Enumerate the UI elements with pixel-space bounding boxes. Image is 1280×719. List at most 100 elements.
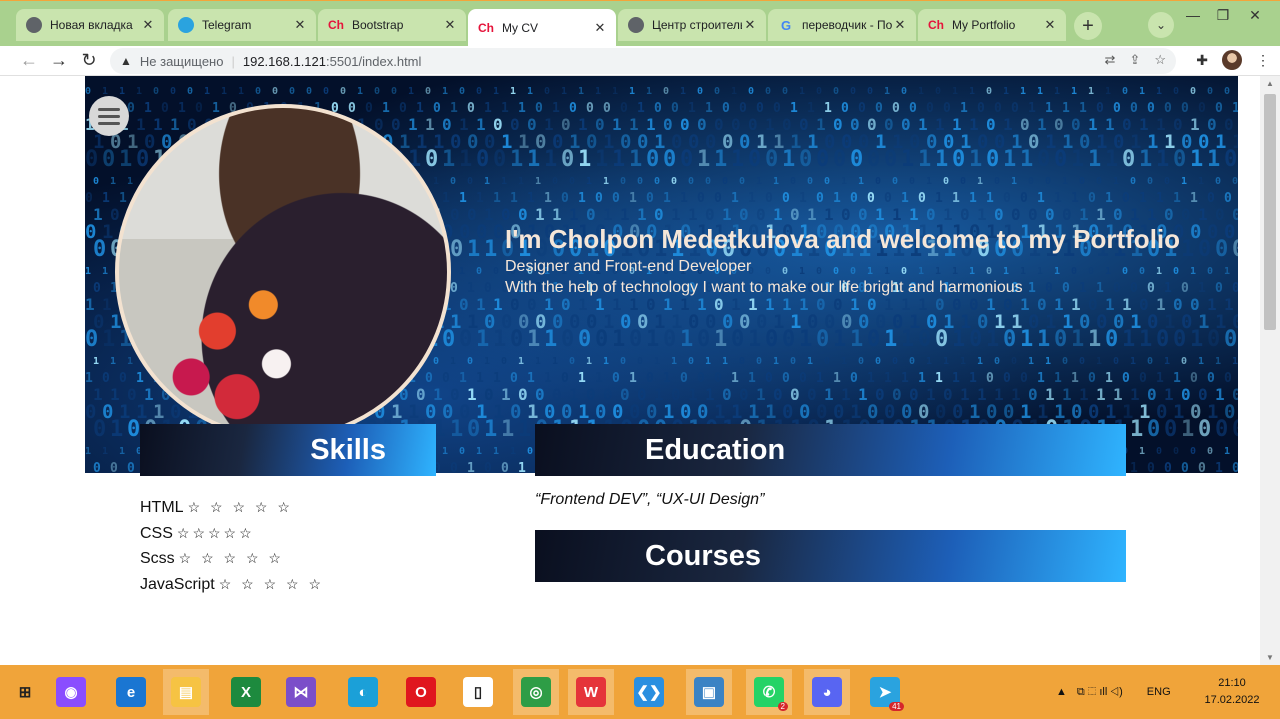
binary-digit: 0 bbox=[892, 101, 900, 116]
binary-digit: 0 bbox=[841, 101, 849, 116]
binary-digit: 0 bbox=[1088, 191, 1096, 206]
tab-my-portfolio[interactable]: Ch My Portfolio ✕ bbox=[918, 9, 1066, 41]
binary-digit: 0 bbox=[816, 191, 824, 206]
bookmark-star-icon[interactable]: ☆ bbox=[1154, 52, 1166, 68]
binary-digit: 0 bbox=[612, 371, 620, 386]
close-icon[interactable]: ✕ bbox=[742, 17, 758, 33]
close-icon[interactable]: ✕ bbox=[292, 17, 308, 33]
taskbar-file-explorer-icon[interactable]: ▤ bbox=[163, 669, 209, 715]
binary-digit: 0 bbox=[93, 461, 101, 473]
binary-digit: 0 bbox=[1215, 101, 1223, 116]
binary-digit: 0 bbox=[1147, 417, 1160, 442]
tab-bootstrap[interactable]: Ch Bootstrap ✕ bbox=[318, 9, 466, 41]
tray-chevron-icon[interactable]: ▲ bbox=[1056, 686, 1067, 698]
back-button[interactable]: ← bbox=[14, 46, 44, 76]
address-bar[interactable]: ▲ Не защищено | 192.168.1.121 :5501/inde… bbox=[110, 48, 1176, 74]
tab-new-tab[interactable]: Новая вкладка ✕ bbox=[16, 9, 164, 41]
warning-icon[interactable]: ▲ bbox=[120, 54, 132, 68]
system-clock[interactable]: 21:10 17.02.2022 bbox=[1202, 675, 1262, 709]
taskbar-edge-icon[interactable]: ◐ bbox=[340, 669, 386, 715]
tab-construction-center[interactable]: Центр строитель ✕ bbox=[618, 9, 766, 41]
taskbar-discord-icon[interactable]: ◕ bbox=[804, 669, 850, 715]
new-tab-button[interactable]: + bbox=[1074, 12, 1102, 40]
vertical-scrollbar[interactable]: ▲ ▼ bbox=[1260, 76, 1280, 665]
url-host: 192.168.1.121 bbox=[242, 53, 326, 69]
close-icon[interactable]: ✕ bbox=[592, 20, 608, 36]
taskbar-file-icon[interactable]: ▯ bbox=[455, 669, 501, 715]
share-icon[interactable]: ⇪ bbox=[1129, 52, 1140, 68]
close-icon[interactable]: ✕ bbox=[140, 17, 156, 33]
binary-digit: 0 bbox=[1079, 356, 1085, 367]
binary-digit: 1 bbox=[841, 356, 847, 367]
binary-digit: 1 bbox=[960, 101, 968, 116]
maximize-button[interactable]: ❐ bbox=[1208, 7, 1238, 24]
binary-digit: 1 bbox=[501, 101, 509, 116]
hamburger-menu-button[interactable] bbox=[89, 96, 129, 136]
binary-digit: 1 bbox=[85, 446, 91, 457]
close-icon[interactable]: ✕ bbox=[892, 17, 908, 33]
hero-tagline: With the help of technology I want to ma… bbox=[505, 279, 1023, 296]
taskbar-start-button[interactable]: ⊞ bbox=[2, 669, 48, 715]
binary-digit: 1 bbox=[1207, 147, 1220, 172]
window-close-button[interactable]: ✕ bbox=[1240, 7, 1270, 24]
binary-digit: 1 bbox=[1215, 356, 1221, 367]
tray-status-icons[interactable]: ⧉ ⬚ ıll ◁) bbox=[1077, 686, 1123, 699]
binary-digit: 0 bbox=[1215, 237, 1228, 262]
binary-digit: 0 bbox=[833, 147, 846, 172]
more-menu-icon[interactable]: ⋮ bbox=[1256, 52, 1270, 69]
forward-button[interactable]: → bbox=[44, 46, 74, 76]
tab-telegram[interactable]: Telegram ✕ bbox=[168, 9, 316, 41]
binary-digit: 0 bbox=[1190, 446, 1196, 457]
taskbar-edge-legacy-icon[interactable]: e bbox=[108, 669, 154, 715]
binary-digit: 1 bbox=[629, 86, 635, 97]
taskbar-photos-icon[interactable]: ▣ bbox=[686, 669, 732, 715]
extensions-icon[interactable]: ✚ bbox=[1196, 52, 1208, 69]
skill-item: Scss ☆ ☆ ☆ ☆ ☆ bbox=[140, 546, 324, 572]
tab-search-button[interactable]: ⌄ bbox=[1148, 12, 1174, 38]
binary-digit: 1 bbox=[119, 86, 125, 97]
binary-digit: 1 bbox=[1139, 147, 1152, 172]
binary-digit: 0 bbox=[765, 371, 773, 386]
language-indicator[interactable]: ENG bbox=[1147, 686, 1171, 698]
edge-legacy-icon: e bbox=[116, 677, 146, 707]
binary-digit: 1 bbox=[705, 101, 713, 116]
taskbar-telegram-icon[interactable]: ➤ 41 bbox=[862, 669, 908, 715]
scroll-down-arrow[interactable]: ▼ bbox=[1266, 653, 1274, 662]
binary-digit: 0 bbox=[93, 281, 101, 296]
binary-digit: 1 bbox=[629, 371, 637, 386]
tab-my-cv[interactable]: Ch My CV ✕ bbox=[468, 9, 616, 47]
binary-digit: 0 bbox=[714, 191, 722, 206]
profile-avatar[interactable] bbox=[1222, 50, 1242, 70]
taskbar-alice-icon[interactable]: ◉ bbox=[48, 669, 94, 715]
minimize-button[interactable]: — bbox=[1178, 7, 1208, 23]
binary-digit: 0 bbox=[110, 461, 118, 473]
taskbar-wps-icon[interactable]: W bbox=[568, 669, 614, 715]
taskbar-opera-icon[interactable]: O bbox=[398, 669, 444, 715]
binary-digit: 0 bbox=[620, 176, 626, 187]
binary-digit: 1 bbox=[450, 101, 458, 116]
binary-digit: 1 bbox=[901, 371, 909, 386]
binary-digit: 1 bbox=[986, 191, 994, 206]
scrollbar-thumb[interactable] bbox=[1264, 94, 1276, 330]
binary-digit: 0 bbox=[986, 371, 994, 386]
binary-digit: 1 bbox=[1003, 147, 1016, 172]
close-icon[interactable]: ✕ bbox=[1042, 17, 1058, 33]
tab-translator[interactable]: G переводчик - По ✕ bbox=[768, 9, 916, 41]
reload-button[interactable]: ↻ bbox=[74, 46, 104, 76]
close-icon[interactable]: ✕ bbox=[442, 17, 458, 33]
taskbar-vscode-icon[interactable]: ❮❯ bbox=[626, 669, 672, 715]
ch-icon: Ch bbox=[328, 18, 344, 32]
taskbar-chrome-icon[interactable]: ◎ bbox=[513, 669, 559, 715]
taskbar-excel-icon[interactable]: X bbox=[223, 669, 269, 715]
binary-digit: 1 bbox=[799, 327, 812, 352]
binary-digit: 1 bbox=[935, 191, 943, 206]
binary-digit: 1 bbox=[926, 356, 932, 367]
tab-label: переводчик - По bbox=[802, 18, 892, 32]
binary-digit: 0 bbox=[833, 86, 839, 97]
taskbar-whatsapp-icon[interactable]: ✆ 2 bbox=[746, 669, 792, 715]
binary-digit: 1 bbox=[850, 327, 863, 352]
scroll-up-arrow[interactable]: ▲ bbox=[1266, 79, 1274, 88]
taskbar-visual-studio-icon[interactable]: ⋈ bbox=[278, 669, 324, 715]
binary-digit: 0 bbox=[663, 327, 676, 352]
translate-icon[interactable]: ⇄ bbox=[1105, 52, 1116, 68]
